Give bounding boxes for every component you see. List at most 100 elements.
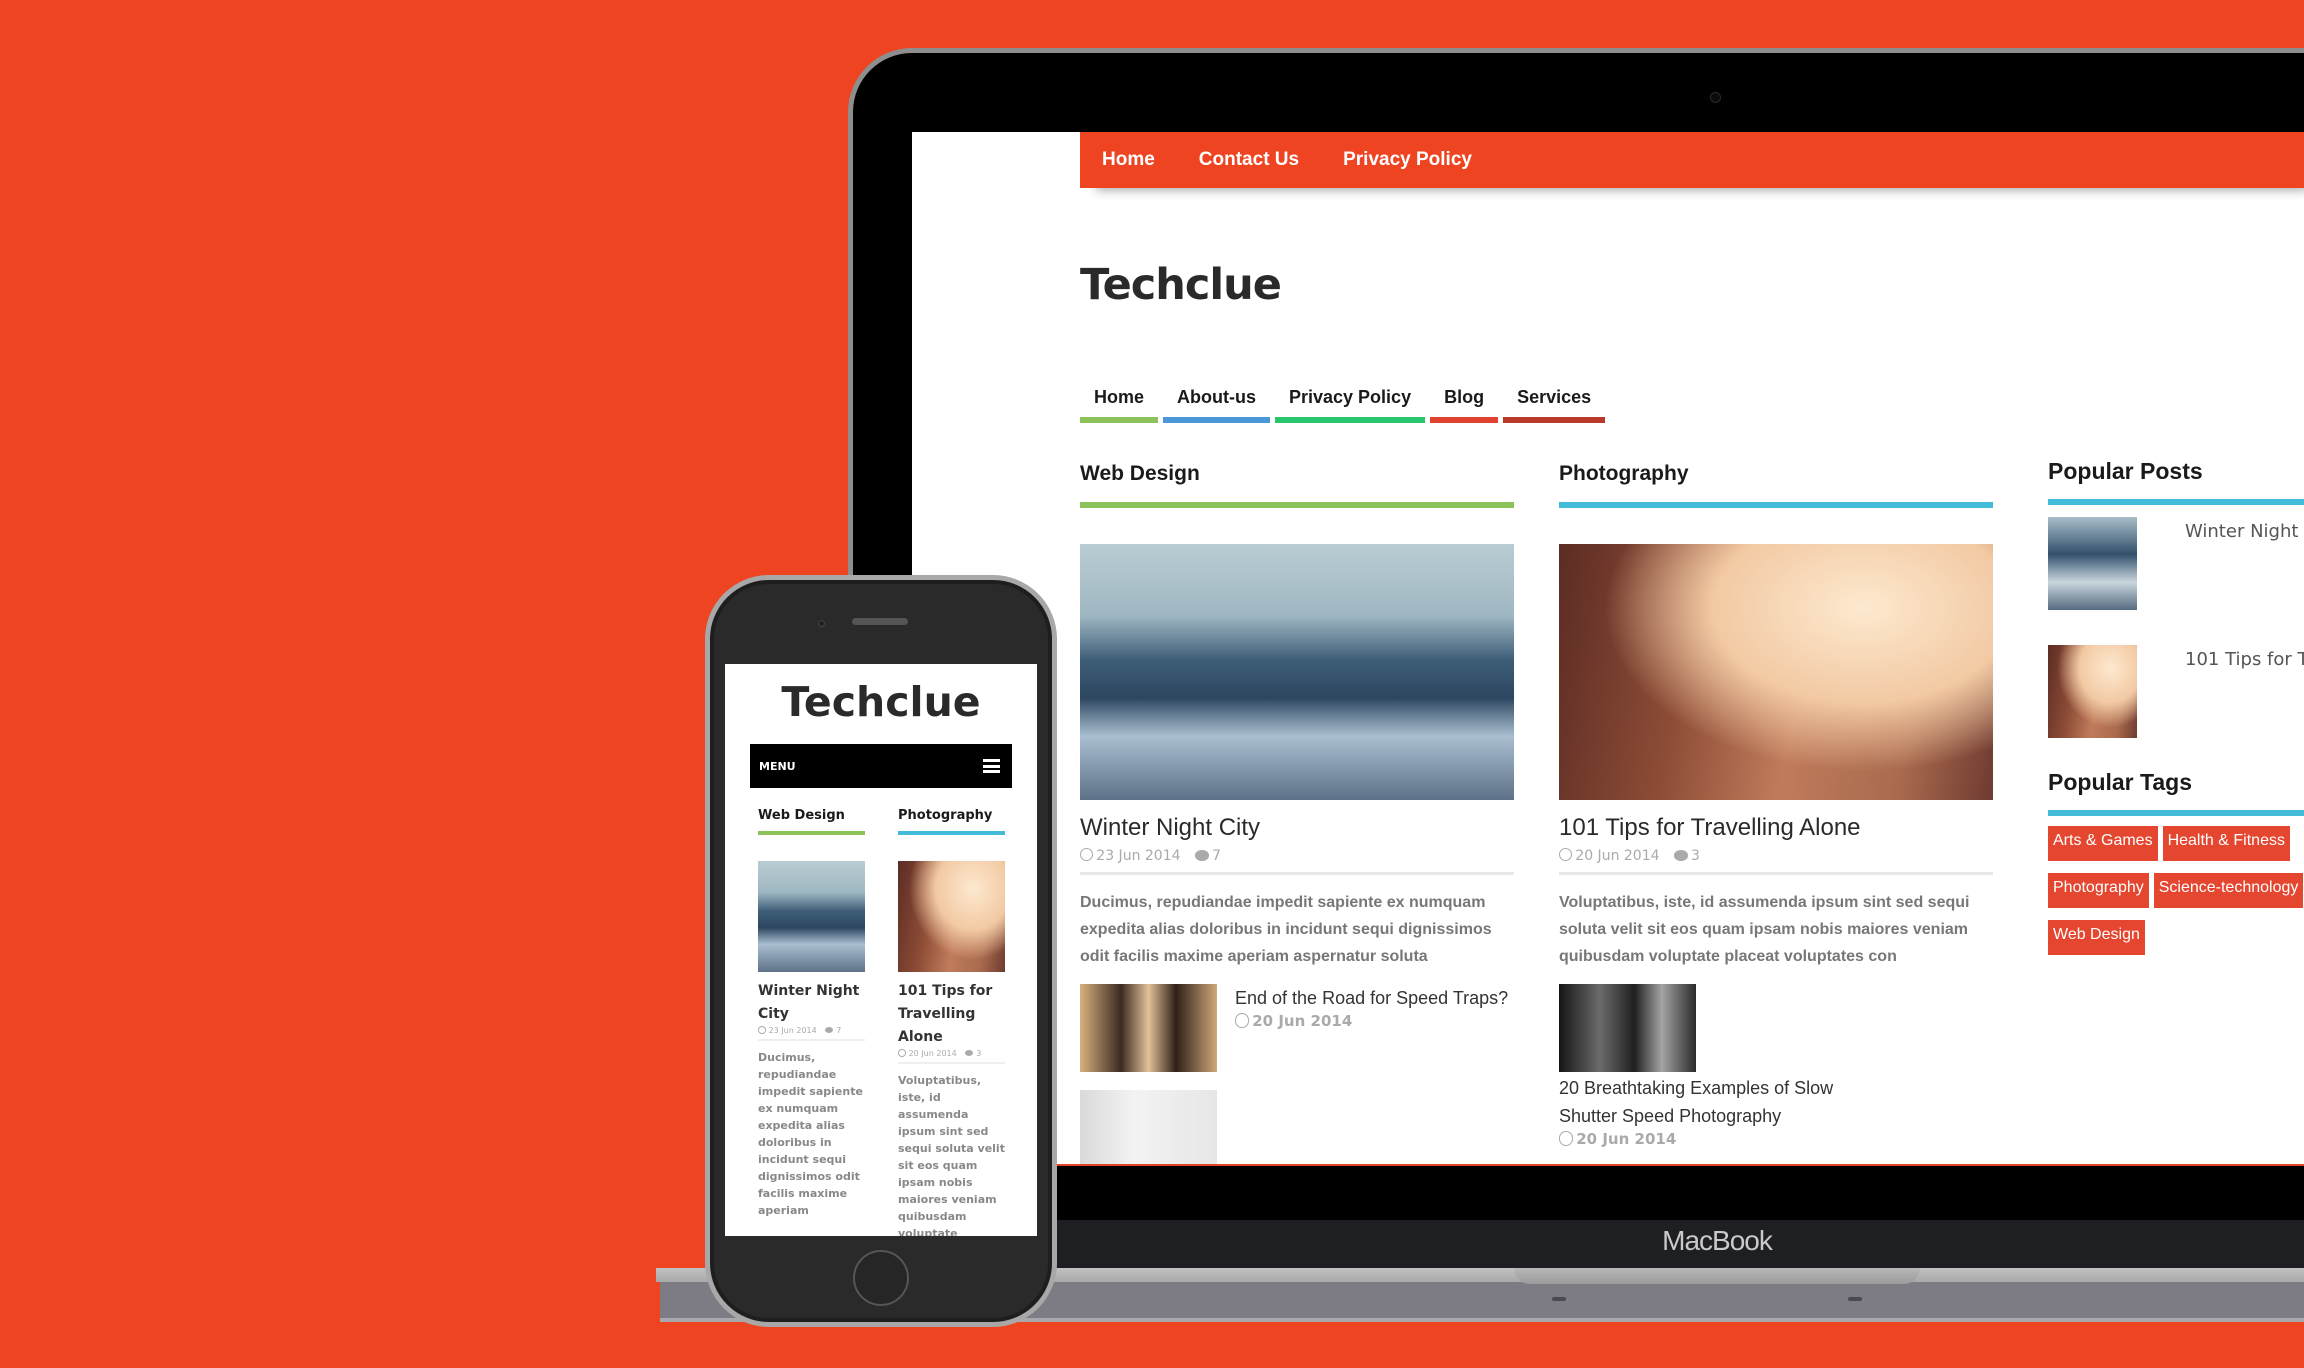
- laptop-foot: [1848, 1297, 1862, 1301]
- category-rule: [1080, 502, 1514, 508]
- main-nav-label: Home: [1094, 387, 1145, 407]
- mobile-menu-bar[interactable]: MENU: [750, 744, 1012, 788]
- post-date: 23 Jun 2014: [1080, 848, 1181, 864]
- mobile-featured-image[interactable]: [758, 861, 865, 972]
- mobile-category-heading[interactable]: Web Design: [758, 808, 865, 823]
- main-nav-label: About-us: [1177, 387, 1256, 407]
- popular-post-thumbnail[interactable]: [2048, 645, 2137, 738]
- tag-list: Arts & Games Health & Fitness Photograph…: [2048, 826, 2304, 967]
- comment-icon: [965, 1050, 974, 1057]
- mobile-post-comments[interactable]: 3: [965, 1049, 981, 1058]
- clock-icon: [1235, 1013, 1250, 1028]
- mini-post-thumbnail[interactable]: [1080, 1090, 1217, 1164]
- category-column-photography: Photography 101 Tips for Travelling Alon…: [1559, 462, 1993, 1148]
- clock-icon: [1080, 848, 1094, 862]
- mobile-post-title[interactable]: 101 Tips for Travelling Alone: [898, 980, 1005, 1049]
- post-date-text: 20 Jun 2014: [1575, 848, 1660, 864]
- tag-arts-games[interactable]: Arts & Games: [2048, 826, 2158, 861]
- mobile-post-comments-count: 3: [976, 1049, 982, 1058]
- mobile-menu-label: MENU: [759, 759, 796, 773]
- popular-post-title[interactable]: Winter Night City: [2185, 521, 2304, 629]
- mini-post-date-text: 20 Jun 2014: [1252, 1012, 1353, 1030]
- mobile-post-meta: 23 Jun 2014 7: [758, 1026, 865, 1041]
- mobile-column-web-design: Web Design Winter Night City 23 Jun 2014…: [758, 808, 865, 1236]
- comment-icon: [1673, 850, 1688, 861]
- popular-posts-rule: [2048, 499, 2304, 505]
- clock-icon: [898, 1049, 906, 1057]
- main-nav-underline: [1163, 417, 1270, 423]
- mobile-site-title[interactable]: Techclue: [725, 678, 1037, 726]
- popular-tags-heading: Popular Tags: [2048, 769, 2192, 795]
- mobile-post-comments-count: 7: [836, 1026, 842, 1035]
- mobile-category-rule: [898, 831, 1005, 835]
- laptop-camera-icon: [1710, 92, 1721, 103]
- featured-image-winter-city[interactable]: [1080, 544, 1514, 800]
- clock-icon: [1559, 848, 1573, 862]
- post-title[interactable]: 101 Tips for Travelling Alone: [1559, 814, 1993, 842]
- mobile-post-comments[interactable]: 7: [825, 1026, 841, 1035]
- sidebar: Popular Posts Winter Night City 101 Tips…: [2048, 458, 2304, 967]
- category-heading[interactable]: Web Design: [1080, 462, 1514, 494]
- mobile-post-date: 23 Jun 2014: [758, 1026, 817, 1035]
- main-nav-underline: [1080, 417, 1159, 423]
- hamburger-icon[interactable]: [983, 759, 1000, 773]
- popular-post-item[interactable]: Winter Night City: [2048, 517, 2304, 629]
- post-comments[interactable]: 3: [1673, 848, 1700, 864]
- mobile-category-heading[interactable]: Photography: [898, 808, 1005, 823]
- main-nav: Home About-us Privacy Policy Blog Servic…: [1080, 384, 1610, 423]
- mobile-category-rule: [758, 831, 865, 835]
- mini-post-thumbnail[interactable]: [1080, 984, 1217, 1072]
- popular-post-item[interactable]: 101 Tips for Travelling Alone: [2048, 645, 2304, 757]
- mini-post-title[interactable]: End of the Road for Speed Traps?: [1235, 984, 1508, 1012]
- category-rule: [1559, 502, 1993, 508]
- post-excerpt: Ducimus, repudiandae impedit sapiente ex…: [1080, 894, 1492, 965]
- main-nav-label: Privacy Policy: [1289, 387, 1412, 407]
- top-nav-privacy-policy[interactable]: Privacy Policy: [1343, 149, 1472, 171]
- main-nav-underline: [1503, 417, 1606, 423]
- laptop-foot: [1552, 1297, 1566, 1301]
- main-nav-home[interactable]: Home: [1080, 384, 1159, 423]
- clock-icon: [758, 1026, 766, 1034]
- phone-speaker: [852, 618, 908, 625]
- mini-post-date: 20 Jun 2014: [1559, 1130, 1993, 1148]
- popular-post-thumbnail[interactable]: [2048, 517, 2137, 610]
- post-meta: 23 Jun 2014 7: [1080, 848, 1514, 875]
- mini-post[interactable]: End of the Road for Speed Traps? 20 Jun …: [1080, 984, 1514, 1072]
- phone-home-button[interactable]: [853, 1250, 909, 1306]
- post-meta: 20 Jun 2014 3: [1559, 848, 1993, 875]
- main-nav-blog[interactable]: Blog: [1430, 384, 1499, 423]
- main-nav-privacy-policy[interactable]: Privacy Policy: [1275, 384, 1426, 423]
- main-nav-underline: [1275, 417, 1426, 423]
- featured-image-fence-post[interactable]: [1559, 544, 1993, 800]
- tag-science-technology[interactable]: Science-technology: [2153, 873, 2304, 908]
- post-excerpt: Voluptatibus, iste, id assumenda ipsum s…: [1559, 894, 1970, 965]
- top-nav-home[interactable]: Home: [1102, 149, 1155, 171]
- mobile-post-meta: 20 Jun 2014 3: [898, 1049, 1005, 1064]
- tag-health-fitness[interactable]: Health & Fitness: [2162, 826, 2290, 861]
- comment-icon: [1194, 850, 1209, 861]
- tag-photography[interactable]: Photography: [2048, 873, 2149, 908]
- category-heading[interactable]: Photography: [1559, 462, 1993, 494]
- main-nav-about-us[interactable]: About-us: [1163, 384, 1270, 423]
- top-nav-contact-us[interactable]: Contact Us: [1199, 149, 1299, 171]
- mini-post[interactable]: [1080, 1090, 1514, 1164]
- laptop-brand-label: MacBook: [1662, 1225, 1773, 1256]
- post-date: 20 Jun 2014: [1559, 848, 1660, 864]
- main-nav-label: Blog: [1444, 387, 1485, 407]
- tag-web-design[interactable]: Web Design: [2048, 920, 2145, 955]
- main-nav-services[interactable]: Services: [1503, 384, 1606, 423]
- site-title[interactable]: Techclue: [1080, 260, 1282, 310]
- popular-posts-heading: Popular Posts: [2048, 458, 2203, 484]
- mobile-post-title[interactable]: Winter Night City: [758, 980, 865, 1026]
- category-column-web-design: Web Design Winter Night City 23 Jun 2014…: [1080, 462, 1514, 1164]
- mini-post-title[interactable]: 20 Breathtaking Examples of Slow Shutter…: [1559, 1074, 1889, 1130]
- laptop-screen: Home Contact Us Privacy Policy Techclue …: [912, 132, 2304, 1166]
- mini-post-thumbnail[interactable]: [1559, 984, 1696, 1072]
- post-date-text: 23 Jun 2014: [1096, 848, 1181, 864]
- post-title[interactable]: Winter Night City: [1080, 814, 1514, 842]
- mobile-featured-image[interactable]: [898, 861, 1005, 972]
- popular-post-title[interactable]: 101 Tips for Travelling Alone: [2185, 649, 2304, 757]
- mini-post[interactable]: 20 Breathtaking Examples of Slow Shutter…: [1559, 984, 1993, 1148]
- mobile-column-photography: Photography 101 Tips for Travelling Alon…: [898, 808, 1005, 1236]
- post-comments[interactable]: 7: [1194, 848, 1221, 864]
